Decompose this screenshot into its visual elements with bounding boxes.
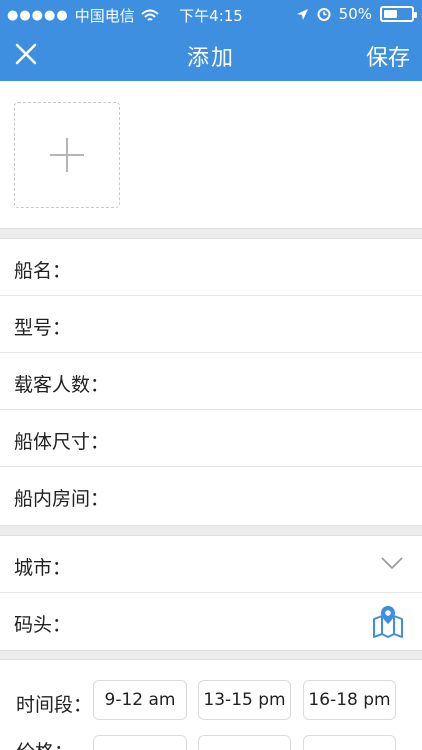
time-slot-button[interactable]: 9-12 am (93, 680, 187, 720)
add-photo-button[interactable] (14, 102, 120, 208)
chevron-down-icon (381, 557, 403, 570)
hull-size-label: 船体尺寸： (14, 431, 110, 453)
nav-bar: 添加 保存 (0, 28, 422, 81)
boat-name-label: 船名： (14, 260, 72, 282)
hull-size-field[interactable]: 船体尺寸： (0, 410, 422, 467)
status-right: 50% (296, 5, 417, 23)
price-label: 价格： (16, 737, 73, 750)
passenger-count-field[interactable]: 载客人数： (0, 353, 422, 410)
section-separator (0, 228, 422, 239)
pier-field[interactable]: 码头： (0, 593, 422, 650)
boat-name-field[interactable]: 船名： (0, 239, 422, 296)
city-select[interactable]: 城市： (0, 536, 422, 593)
page-title: 添加 (186, 46, 235, 71)
price-row: 价格： (0, 733, 422, 750)
plus-icon (50, 138, 84, 172)
location-form: 城市： 码头： (0, 536, 422, 650)
cabin-rooms-label: 船内房间： (14, 488, 110, 510)
model-field[interactable]: 型号： (0, 296, 422, 353)
cabin-rooms-field[interactable]: 船内房间： (0, 467, 422, 524)
price-input[interactable] (303, 735, 396, 750)
section-separator (0, 650, 422, 660)
save-button[interactable]: 保存 (366, 40, 410, 72)
location-arrow-icon (296, 8, 308, 20)
price-input[interactable] (198, 735, 291, 750)
battery-icon (380, 6, 417, 22)
passenger-count-label: 载客人数： (14, 374, 110, 396)
city-label: 城市： (14, 557, 72, 579)
price-input[interactable] (93, 735, 187, 750)
time-slot-button[interactable]: 13-15 pm (198, 680, 291, 720)
battery-fill (384, 10, 397, 18)
time-slot-label: 时间段： (16, 694, 93, 716)
alarm-icon (317, 8, 331, 21)
boat-info-form: 船名： 型号： 载客人数： 船体尺寸： 船内房间： (0, 239, 422, 525)
section-separator (0, 525, 422, 536)
map-location-icon[interactable] (372, 605, 404, 639)
pier-label: 码头： (14, 614, 72, 636)
battery-percent: 50% (338, 5, 372, 23)
top-bar: ●●●●● 中国电信 下午4:15 50% 添加 保存 (0, 0, 422, 81)
photo-section (0, 81, 422, 228)
status-bar: ●●●●● 中国电信 下午4:15 50% (0, 0, 422, 28)
time-slot-row: 时间段： 9-12 am 13-15 pm 16-18 pm (0, 660, 422, 740)
time-slot-button[interactable]: 16-18 pm (303, 680, 396, 720)
model-label: 型号： (14, 317, 72, 339)
